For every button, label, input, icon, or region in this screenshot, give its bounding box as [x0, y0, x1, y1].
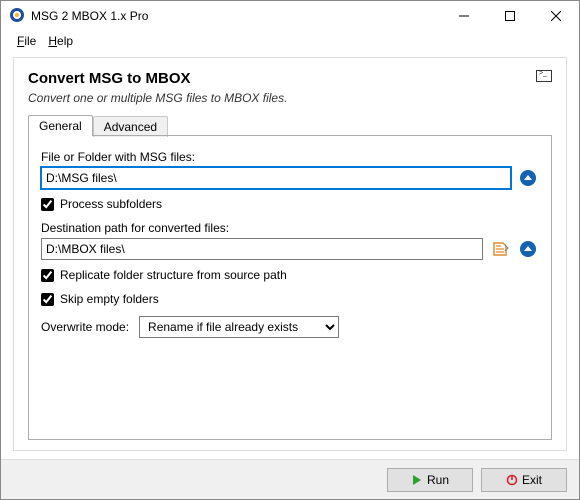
close-button[interactable] [533, 1, 579, 31]
footer: Run Exit [1, 459, 579, 499]
exit-button[interactable]: Exit [481, 468, 567, 492]
browse-source-button[interactable] [517, 167, 539, 189]
skip-empty-row: Skip empty folders [41, 292, 539, 306]
main-panel: Convert MSG to MBOX Convert one or multi… [13, 57, 567, 451]
page-subtitle: Convert one or multiple MSG files to MBO… [28, 91, 287, 105]
replicate-row: Replicate folder structure from source p… [41, 268, 539, 282]
replicate-label: Replicate folder structure from source p… [60, 268, 287, 282]
src-label: File or Folder with MSG files: [41, 150, 539, 164]
process-subfolders-checkbox[interactable] [41, 198, 54, 211]
src-row [41, 167, 539, 189]
tab-body-general: File or Folder with MSG files: Process s… [28, 136, 552, 440]
destination-template-button[interactable] [489, 238, 511, 260]
tab-strip: General Advanced [28, 115, 552, 136]
dst-row [41, 238, 539, 260]
exit-label: Exit [522, 473, 542, 487]
tab-general[interactable]: General [28, 115, 93, 136]
skip-empty-label: Skip empty folders [60, 292, 159, 306]
skip-empty-checkbox[interactable] [41, 293, 54, 306]
page-title: Convert MSG to MBOX [28, 70, 287, 87]
title-left: MSG 2 MBOX 1.x Pro [9, 7, 148, 26]
window-title: MSG 2 MBOX 1.x Pro [31, 9, 148, 23]
menu-file[interactable]: File [11, 32, 42, 50]
run-label: Run [427, 473, 449, 487]
overwrite-select[interactable]: Rename if file already exists [139, 316, 339, 338]
console-icon[interactable] [536, 70, 552, 82]
menu-bar: File Help [1, 31, 579, 51]
play-icon [411, 474, 423, 486]
process-subfolders-row: Process subfolders [41, 197, 539, 211]
overwrite-label: Overwrite mode: [41, 320, 129, 334]
title-bar: MSG 2 MBOX 1.x Pro [1, 1, 579, 31]
dst-label: Destination path for converted files: [41, 221, 539, 235]
run-button[interactable]: Run [387, 468, 473, 492]
minimize-button[interactable] [441, 1, 487, 31]
window-controls [441, 1, 579, 31]
tab-advanced[interactable]: Advanced [93, 116, 168, 137]
replicate-checkbox[interactable] [41, 269, 54, 282]
src-input[interactable] [41, 167, 511, 189]
browse-destination-button[interactable] [517, 238, 539, 260]
app-icon [9, 7, 25, 26]
menu-help[interactable]: Help [42, 32, 79, 50]
header-text: Convert MSG to MBOX Convert one or multi… [28, 70, 287, 115]
power-icon [506, 474, 518, 486]
maximize-button[interactable] [487, 1, 533, 31]
overwrite-row: Overwrite mode: Rename if file already e… [41, 316, 539, 338]
dst-input[interactable] [41, 238, 483, 260]
process-subfolders-label: Process subfolders [60, 197, 162, 211]
header-row: Convert MSG to MBOX Convert one or multi… [28, 70, 552, 115]
